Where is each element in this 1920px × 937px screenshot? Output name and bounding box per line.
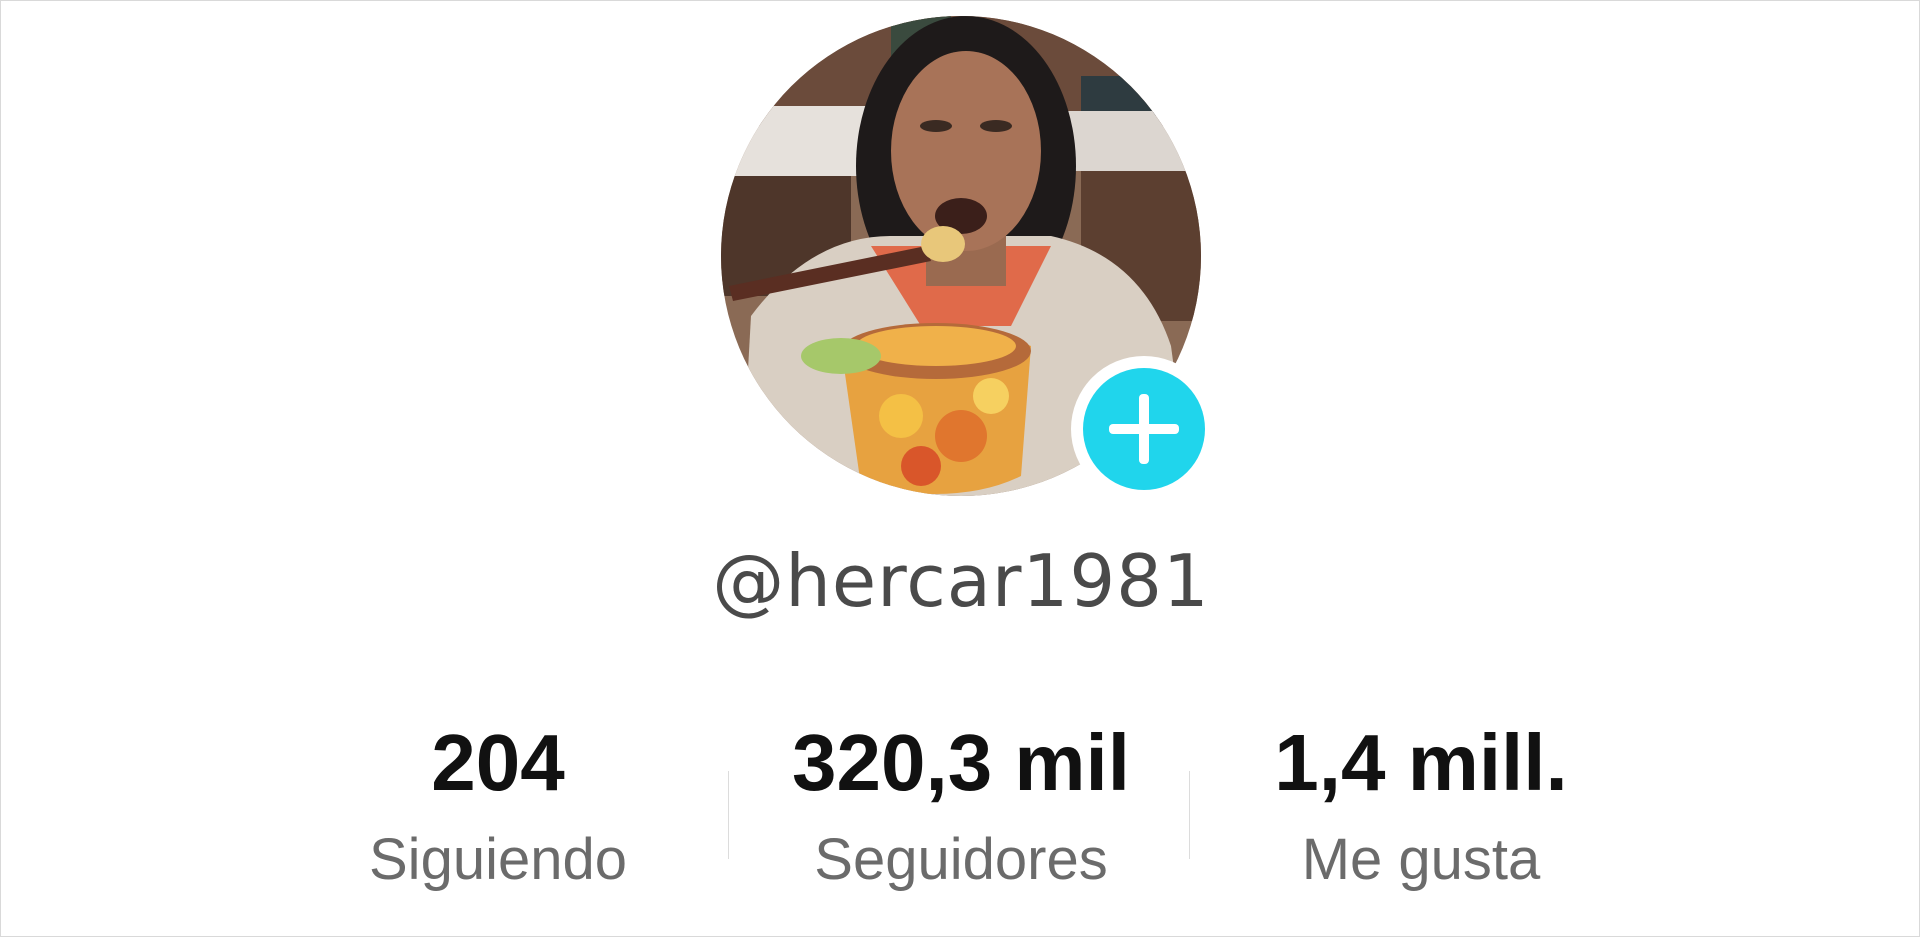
stat-followers-label: Seguidores xyxy=(814,827,1108,892)
stat-likes-label: Me gusta xyxy=(1301,827,1541,892)
stat-followers[interactable]: 320,3 mil Seguidores xyxy=(761,711,1161,889)
stat-likes[interactable]: 1,4 mill. Me gusta xyxy=(1221,711,1621,889)
stat-divider xyxy=(1189,771,1190,859)
follow-button[interactable] xyxy=(1071,356,1217,502)
profile-stats: 204 Siguiendo 320,3 mil Seguidores 1,4 m… xyxy=(1,711,1920,911)
stat-following-label: Siguiendo xyxy=(369,827,627,892)
stat-following[interactable]: 204 Siguiendo xyxy=(298,711,698,889)
stat-followers-value: 320,3 mil xyxy=(791,718,1130,807)
stat-divider xyxy=(728,771,729,859)
plus-icon xyxy=(1083,368,1205,490)
username: @hercar1981 xyxy=(712,539,1210,623)
profile-header: @hercar1981 204 Siguiendo 320,3 mil Segu… xyxy=(0,0,1920,937)
stat-following-value: 204 xyxy=(431,718,565,807)
avatar-container xyxy=(721,16,1217,502)
stat-likes-value: 1,4 mill. xyxy=(1274,718,1568,807)
